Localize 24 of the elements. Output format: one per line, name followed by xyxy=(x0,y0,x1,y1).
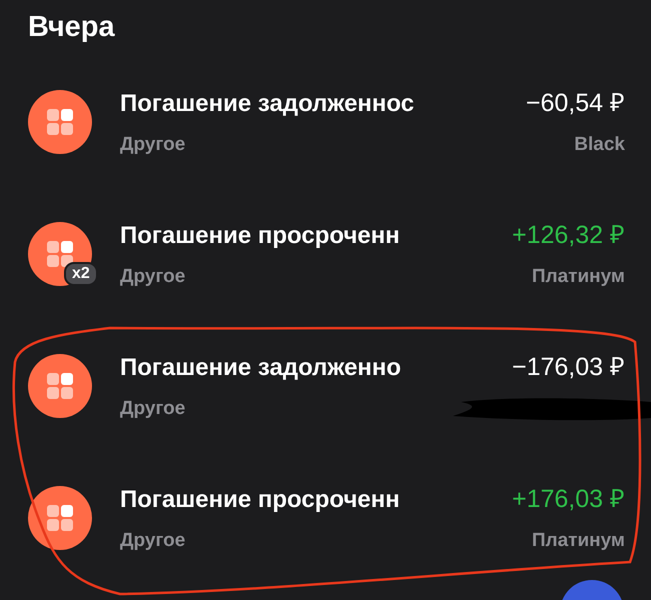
amount: +176,03 ₽ xyxy=(512,484,625,515)
transaction-title: Погашение задолженнос xyxy=(120,88,414,119)
amount: −60,54 ₽ xyxy=(526,88,625,119)
transaction-row[interactable]: Погашение просроченн +176,03 ₽ Другое Платинум xyxy=(0,452,651,584)
account-label: Платинум xyxy=(532,528,625,552)
transaction-title: Погашение задолженно xyxy=(120,352,402,383)
account-label: Платинум xyxy=(532,264,625,288)
category-icon xyxy=(28,90,92,154)
category-label: Другое xyxy=(120,264,186,288)
transaction-row[interactable]: Погашение задолженнос −60,54 ₽ Другое Black xyxy=(0,56,651,188)
category-label: Другое xyxy=(120,528,186,552)
amount: −176,03 ₽ xyxy=(512,352,625,383)
amount: +126,32 ₽ xyxy=(512,220,625,251)
transaction-title: Погашение просроченн xyxy=(120,484,400,515)
transaction-row[interactable]: x2 Погашение просроченн +126,32 ₽ Другое Платинум xyxy=(0,188,651,320)
category-icon xyxy=(28,354,92,418)
transaction-title: Погашение просроченн xyxy=(120,220,400,251)
category-label: Другое xyxy=(120,132,186,156)
category-icon xyxy=(28,486,92,550)
account-label: Black xyxy=(574,132,625,156)
count-badge: x2 xyxy=(64,262,98,286)
transaction-row[interactable]: Погашение задолженно −176,03 ₽ Другое xyxy=(0,320,651,452)
section-title: Вчера xyxy=(27,10,116,45)
category-label: Другое xyxy=(120,396,186,420)
